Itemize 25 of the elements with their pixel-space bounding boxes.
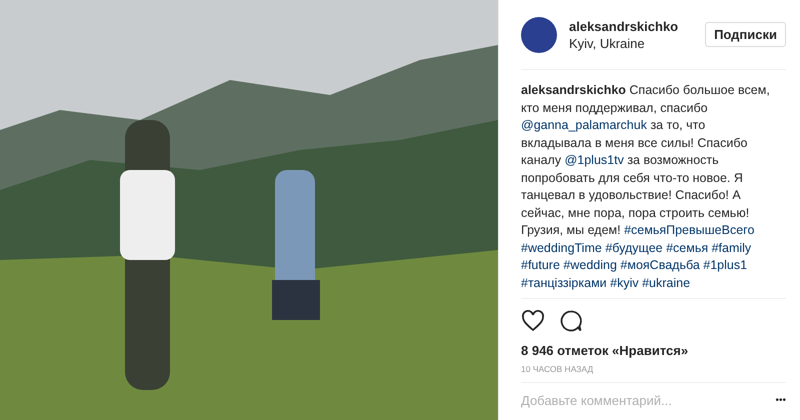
hashtag-link[interactable]: #семьяПревышеВсего xyxy=(624,223,754,237)
hashtag-link[interactable]: #kyiv xyxy=(610,276,639,290)
username-link[interactable]: aleksandrskichko xyxy=(569,18,706,34)
heart-icon[interactable] xyxy=(521,309,545,333)
mention-link[interactable]: @1plus1tv xyxy=(564,153,624,167)
hashtag-link[interactable]: #1plus1 xyxy=(703,258,748,272)
avatar[interactable] xyxy=(521,16,557,52)
likes-count[interactable]: 8 946 отметок «Нравится» xyxy=(521,343,792,358)
hashtag-link[interactable]: #семья xyxy=(666,240,708,254)
more-options-button[interactable]: ••• xyxy=(769,395,792,406)
hashtag-link[interactable]: #танціззірками xyxy=(521,276,607,290)
hashtag-link[interactable]: #будущее xyxy=(605,240,663,254)
hashtag-link[interactable]: #weddingTime xyxy=(521,240,602,254)
following-button[interactable]: Подписки xyxy=(705,22,786,47)
post-time: 10 ЧАСОВ НАЗАД xyxy=(521,364,786,383)
comment-icon[interactable] xyxy=(559,309,583,333)
hashtag-link[interactable]: #family xyxy=(712,240,752,254)
hashtag-link[interactable]: #wedding xyxy=(563,258,617,272)
hashtag-link[interactable]: #future xyxy=(521,258,560,272)
location-link[interactable]: Kyiv, Ukraine xyxy=(569,36,706,50)
mention-link[interactable]: @ganna_palamarchuk xyxy=(521,118,647,132)
caption-text: aleksandrskichko Спасибо большое всем, кто меня поддерживал, спасибо @ganna_palamarchuk за то, что вкладывала в меня все силы! Спасибо каналу @1plus1tv за возможность попробовать для себя что-то новое. Я танцевал в удовольствие! Спасибо! А сейчас, мне пора, пора строить семью! Грузия, мы едем! #семьяПревышеВсего #weddingTime #будущее #семья #family #future #wedding #мояСвадьба #1plus1 #танціззірками #kyiv #ukraine xyxy=(521,82,771,292)
username-link[interactable]: aleksandrskichko xyxy=(521,83,626,97)
hashtag-link[interactable]: #мояСвадьба xyxy=(620,258,700,272)
hashtag-link[interactable]: #ukraine xyxy=(642,276,690,290)
